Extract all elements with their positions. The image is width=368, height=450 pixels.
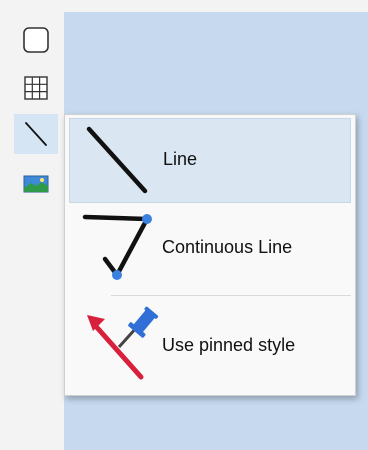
line-tool-button[interactable] (14, 114, 58, 154)
menu-item-label: Use pinned style (162, 335, 296, 355)
line-icon (86, 126, 148, 194)
rectangle-tool-button[interactable] (14, 20, 58, 60)
menu-item-continuous-line[interactable]: Continuous Line (69, 205, 351, 291)
image-icon (23, 175, 49, 193)
menu-separator (111, 295, 351, 296)
shape-toolbar (12, 12, 64, 450)
menu-item-line[interactable]: Line (69, 118, 351, 203)
menu-item-label: Continuous Line (162, 237, 293, 257)
line-icon (25, 122, 47, 146)
menu-item-label: Line (163, 149, 198, 169)
menu-item-use-pinned-style[interactable]: Use pinned style (69, 301, 351, 389)
image-tool-button[interactable] (14, 164, 58, 204)
top-strip (0, 0, 368, 12)
continuous-line-icon (82, 214, 152, 280)
table-tool-button[interactable] (14, 68, 58, 108)
table-grid-icon (24, 76, 48, 100)
rounded-rectangle-icon (23, 27, 49, 53)
line-style-menu: Line Continuous Line Use pinned style (64, 114, 356, 396)
pinned-style-icon (87, 306, 159, 380)
app-window: Line Continuous Line Use pinned style (0, 0, 368, 450)
